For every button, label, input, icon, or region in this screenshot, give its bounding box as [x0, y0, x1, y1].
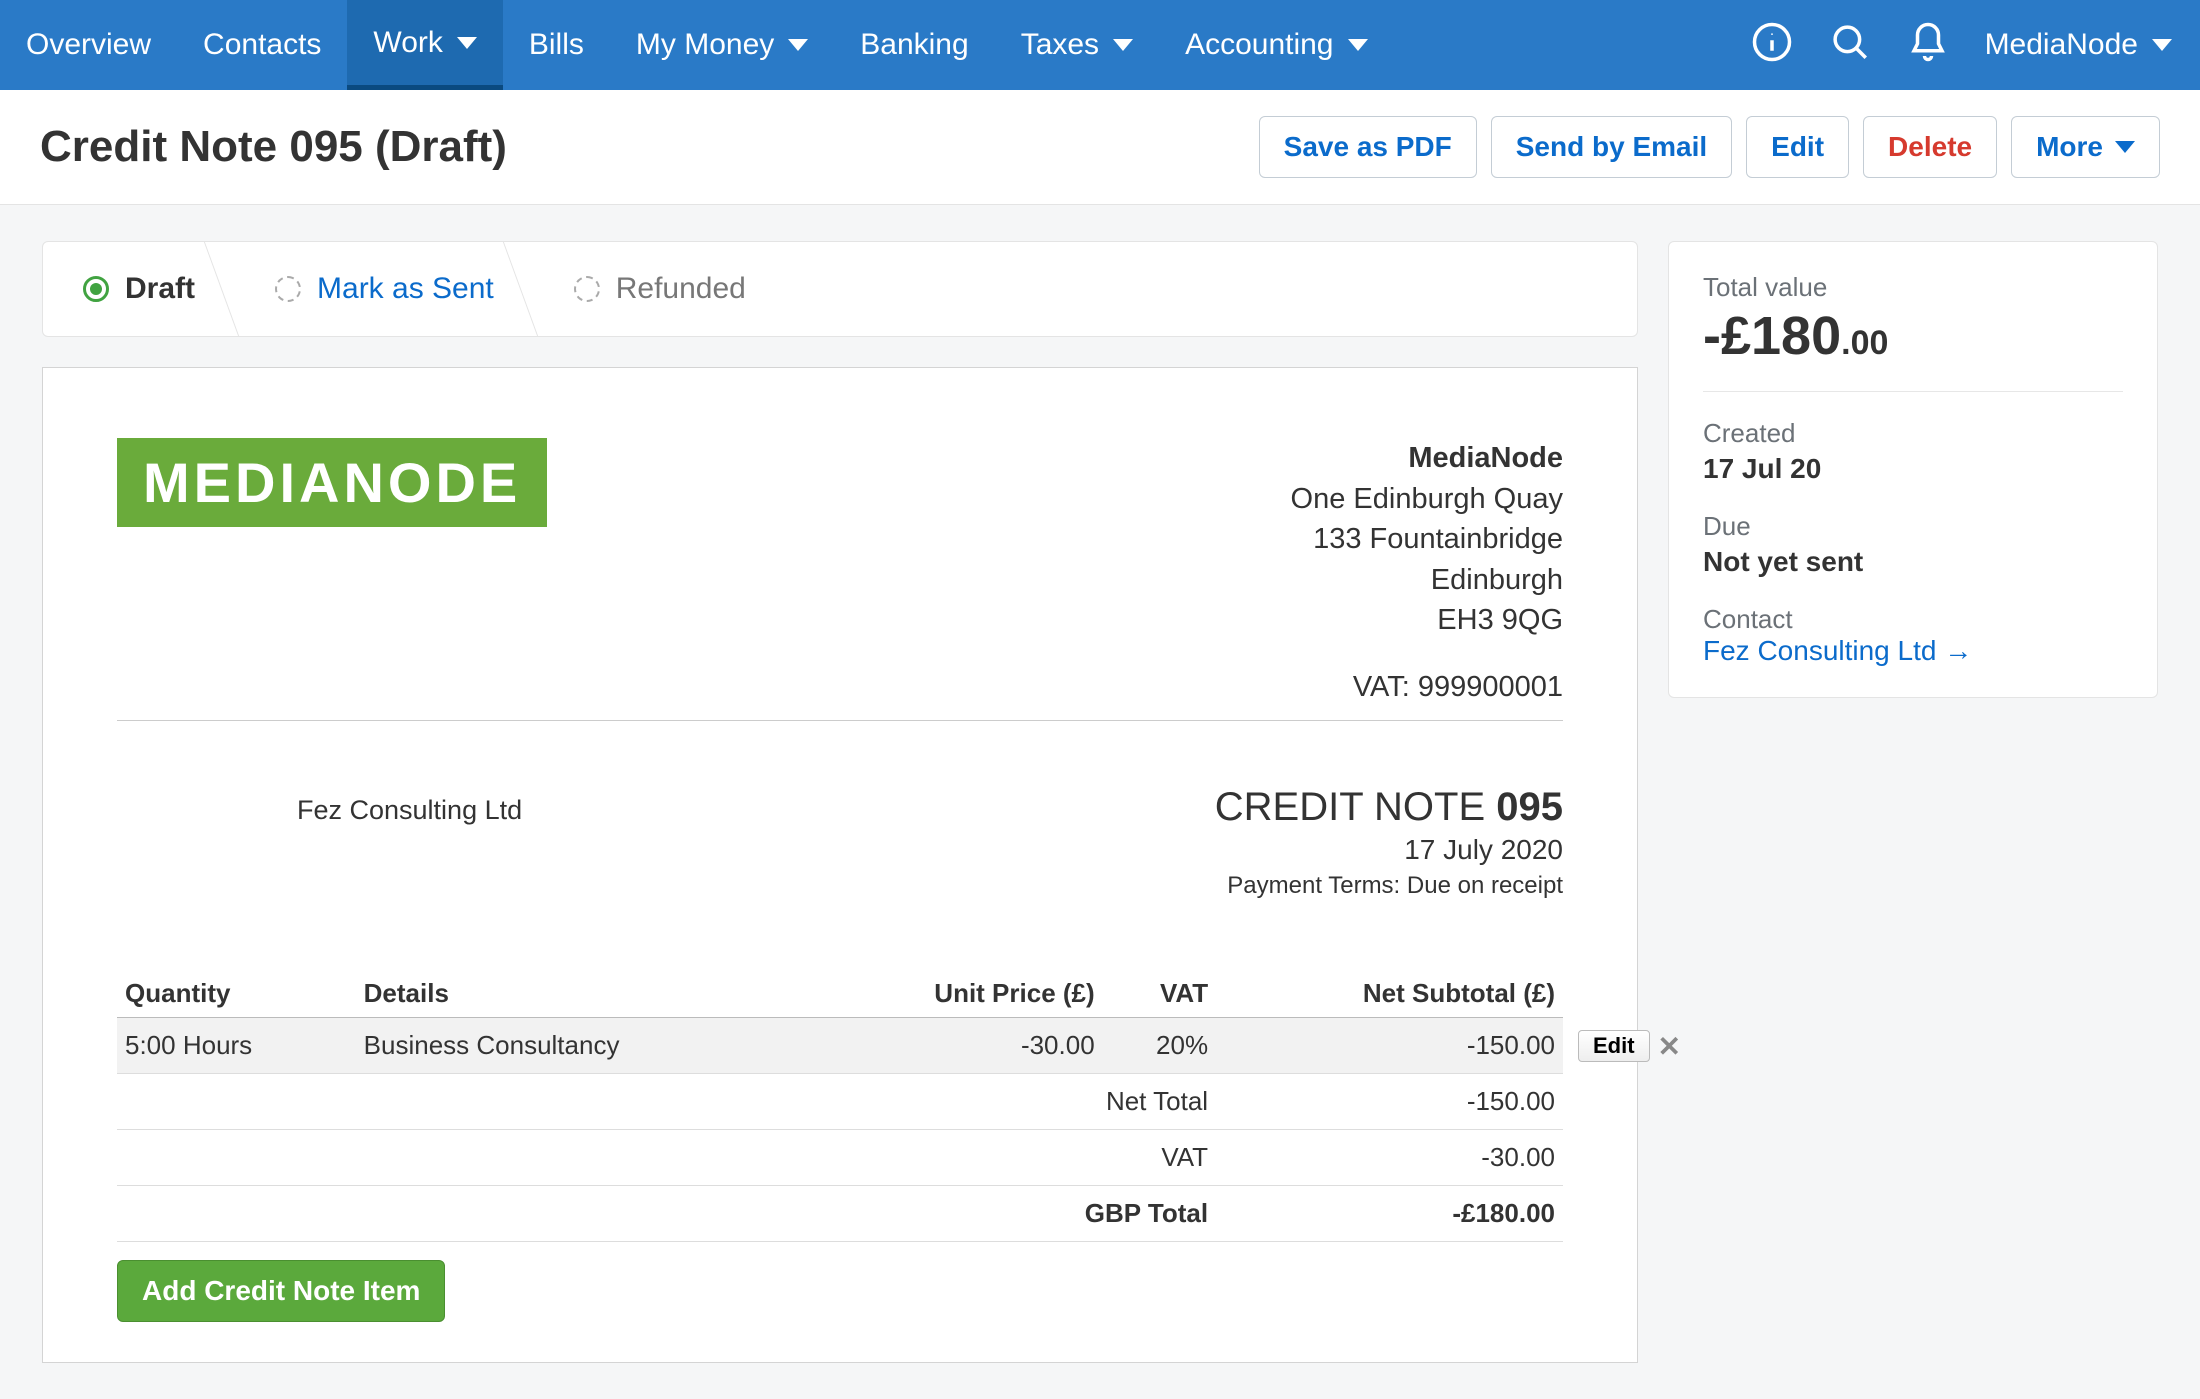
- col-details: Details: [356, 972, 809, 1018]
- page-title: Credit Note 095 (Draft): [40, 122, 507, 172]
- nav-contacts[interactable]: Contacts: [177, 0, 347, 90]
- bell-icon[interactable]: [1907, 21, 1949, 70]
- due-label: Due: [1703, 511, 2123, 542]
- delete-button[interactable]: Delete: [1863, 116, 1997, 178]
- radio-filled-icon: [83, 276, 109, 302]
- summary-gbp-total: GBP Total -£180.00: [117, 1185, 1563, 1241]
- col-net-subtotal: Net Subtotal (£): [1216, 972, 1563, 1018]
- line-items-table: Quantity Details Unit Price (£) VAT Net …: [117, 972, 1563, 1242]
- nav-taxes[interactable]: Taxes: [995, 0, 1159, 90]
- created-value: 17 Jul 20: [1703, 453, 2123, 485]
- step-draft: Draft: [43, 242, 235, 336]
- edit-button[interactable]: Edit: [1746, 116, 1849, 178]
- contact-link[interactable]: Fez Consulting Ltd →: [1703, 635, 1972, 666]
- chevron-down-icon: [1348, 39, 1368, 51]
- page-header: Credit Note 095 (Draft) Save as PDF Send…: [0, 90, 2200, 205]
- col-quantity: Quantity: [117, 972, 356, 1018]
- row-edit-button[interactable]: Edit: [1578, 1030, 1650, 1062]
- created-label: Created: [1703, 418, 2123, 449]
- radio-empty-icon: [275, 276, 301, 302]
- line-item-row: 5:00 Hours Business Consultancy -30.00 2…: [117, 1017, 1563, 1073]
- save-pdf-button[interactable]: Save as PDF: [1259, 116, 1477, 178]
- col-vat: VAT: [1103, 972, 1216, 1018]
- nav-banking[interactable]: Banking: [834, 0, 994, 90]
- total-value-label: Total value: [1703, 272, 2123, 303]
- step-mark-as-sent[interactable]: Mark as Sent: [235, 242, 534, 336]
- summary-sidebar: Total value -£180.00 Created 17 Jul 20 D…: [1668, 241, 2158, 698]
- status-steps: Draft Mark as Sent Refunded: [42, 241, 1638, 337]
- send-email-button[interactable]: Send by Email: [1491, 116, 1732, 178]
- summary-net-total: Net Total -150.00: [117, 1073, 1563, 1129]
- due-value: Not yet sent: [1703, 546, 2123, 578]
- chevron-down-icon: [2115, 141, 2135, 153]
- radio-empty-icon: [574, 276, 600, 302]
- search-icon[interactable]: [1829, 21, 1871, 70]
- org-switcher[interactable]: MediaNode: [1985, 28, 2172, 62]
- nav-work[interactable]: Work: [347, 0, 502, 90]
- nav-overview[interactable]: Overview: [0, 0, 177, 90]
- chevron-down-icon: [2152, 39, 2172, 51]
- more-button[interactable]: More: [2011, 116, 2160, 178]
- company-address: MediaNode One Edinburgh Quay 133 Fountai…: [1291, 438, 1563, 708]
- nav-accounting[interactable]: Accounting: [1159, 0, 1393, 90]
- chevron-down-icon: [788, 39, 808, 51]
- add-credit-note-item-button[interactable]: Add Credit Note Item: [117, 1260, 445, 1322]
- company-logo: MEDIANODE: [117, 438, 547, 527]
- top-nav: Overview Contacts Work Bills My Money Ba…: [0, 0, 2200, 90]
- info-icon[interactable]: [1751, 21, 1793, 70]
- credit-note-document: MEDIANODE MediaNode One Edinburgh Quay 1…: [42, 367, 1638, 1363]
- bill-to: Fez Consulting Ltd: [117, 785, 522, 826]
- total-value: -£180.00: [1703, 305, 2123, 367]
- step-refunded: Refunded: [534, 242, 786, 336]
- contact-label: Contact: [1703, 604, 2123, 635]
- summary-vat: VAT -30.00: [117, 1129, 1563, 1185]
- chevron-down-icon: [1113, 39, 1133, 51]
- document-heading: CREDIT NOTE 095 17 July 2020 Payment Ter…: [1215, 785, 1563, 900]
- col-unit-price: Unit Price (£): [809, 972, 1103, 1018]
- chevron-down-icon: [457, 37, 477, 49]
- row-delete-icon[interactable]: ✕: [1658, 1030, 1681, 1063]
- nav-my-money[interactable]: My Money: [610, 0, 834, 90]
- nav-bills[interactable]: Bills: [503, 0, 610, 90]
